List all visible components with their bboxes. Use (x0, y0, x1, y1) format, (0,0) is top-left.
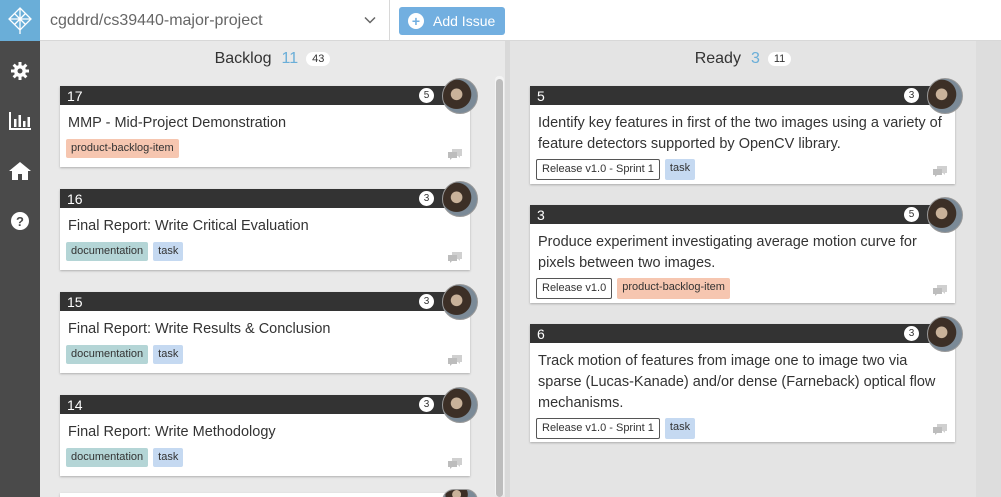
comments-icon[interactable] (448, 149, 462, 161)
comment-count-badge: 3 (419, 397, 434, 412)
repo-select[interactable]: cgddrd/cs39440-major-project (40, 0, 390, 41)
comment-count-badge: 5 (419, 88, 434, 103)
label-task[interactable]: task (153, 448, 184, 467)
avatar[interactable] (442, 284, 478, 320)
column-header: Backlog 11 43 (40, 41, 505, 76)
issue-number: 5 (537, 87, 545, 104)
card-header: 16 (60, 189, 470, 208)
label-product-backlog-item[interactable]: product-backlog-item (617, 278, 730, 299)
column-title: Backlog (214, 49, 272, 67)
avatar[interactable] (927, 78, 963, 114)
chevron-down-icon (364, 16, 376, 24)
comments-icon[interactable] (448, 355, 462, 367)
next-column-edge (976, 41, 1001, 497)
add-issue-label: Add Issue (433, 13, 496, 29)
label-task[interactable]: task (153, 345, 184, 364)
avatar[interactable] (442, 78, 478, 114)
label-documentation[interactable]: documentation (66, 242, 149, 261)
comments-icon[interactable] (933, 424, 947, 436)
avatar[interactable] (442, 489, 478, 497)
comment-count-badge: 3 (419, 191, 434, 206)
repo-select-value: cgddrd/cs39440-major-project (50, 11, 263, 29)
issue-card[interactable] (60, 489, 478, 497)
chart-icon[interactable] (8, 109, 32, 133)
issue-card[interactable]: 5 3 Identify key features in first of th… (530, 78, 963, 184)
label-list: product-backlog-item (60, 134, 470, 158)
label-task[interactable]: task (664, 159, 696, 180)
avatar[interactable] (927, 316, 963, 352)
label-product-backlog-item[interactable]: product-backlog-item (66, 139, 179, 158)
issue-number: 16 (67, 190, 83, 207)
comment-count-badge: 3 (419, 294, 434, 309)
card-header: 17 (60, 86, 470, 105)
column-header: Ready 3 11 (510, 41, 976, 76)
column-total-badge: 11 (767, 51, 792, 66)
issue-title[interactable]: Produce experiment investigating average… (530, 224, 955, 274)
issue-card[interactable]: 16 3 Final Report: Write Critical Evalua… (60, 181, 478, 270)
issue-title[interactable]: Final Report: Write Results & Conclusion (60, 311, 470, 340)
issue-card[interactable]: 15 3 Final Report: Write Results & Concl… (60, 284, 478, 373)
issue-title[interactable]: Identify key features in first of the tw… (530, 105, 955, 155)
comments-icon[interactable] (448, 252, 462, 264)
comment-count-badge: 3 (904, 326, 919, 341)
milestone-label[interactable]: Release v1.0 - Sprint 1 (536, 418, 660, 439)
issue-number: 3 (537, 206, 545, 223)
label-list: Release v1.0 product-backlog-item (530, 274, 955, 299)
card-header: 15 (60, 292, 470, 311)
label-task[interactable]: task (153, 242, 184, 261)
app-logo[interactable] (0, 0, 40, 41)
issue-number: 15 (67, 293, 83, 310)
label-list: documentation task (60, 340, 470, 364)
card-header: 5 (530, 86, 955, 105)
issue-card[interactable]: 3 5 Produce experiment investigating ave… (530, 197, 963, 303)
label-list: documentation task (60, 443, 470, 467)
plus-icon: + (408, 13, 424, 29)
gear-icon[interactable] (8, 59, 32, 83)
issue-card[interactable]: 17 5 MMP - Mid-Project Demonstration pro… (60, 78, 478, 167)
avatar[interactable] (927, 197, 963, 233)
issue-title[interactable]: MMP - Mid-Project Demonstration (60, 105, 470, 134)
issue-number: 17 (67, 87, 83, 104)
comments-icon[interactable] (933, 285, 947, 297)
column-count: 3 (750, 49, 760, 67)
comments-icon[interactable] (933, 166, 947, 178)
comments-icon[interactable] (448, 458, 462, 470)
add-issue-button[interactable]: + Add Issue (399, 7, 505, 35)
column-title: Ready (694, 49, 741, 67)
milestone-label[interactable]: Release v1.0 (536, 278, 613, 299)
label-list: Release v1.0 - Sprint 1 task (530, 414, 955, 439)
avatar[interactable] (442, 181, 478, 217)
sidebar: ? (0, 41, 40, 497)
label-documentation[interactable]: documentation (66, 448, 149, 467)
column-scrollbar[interactable] (495, 76, 504, 497)
avatar[interactable] (442, 387, 478, 423)
issue-card[interactable]: 14 3 Final Report: Write Methodology doc… (60, 387, 478, 476)
label-documentation[interactable]: documentation (66, 345, 149, 364)
top-bar: cgddrd/cs39440-major-project + Add Issue (0, 0, 1001, 41)
issue-number: 6 (537, 325, 545, 342)
comment-count-badge: 3 (904, 88, 919, 103)
scrollbar-thumb[interactable] (496, 79, 503, 497)
column-backlog: Backlog 11 43 17 5 MMP - Mid-Project Dem… (40, 41, 505, 497)
card-header: 6 (530, 324, 955, 343)
label-list: Release v1.0 - Sprint 1 task (530, 155, 955, 180)
card-header: 14 (60, 395, 470, 414)
card-header: 3 (530, 205, 955, 224)
column-count: 11 (281, 49, 299, 67)
home-icon[interactable] (8, 159, 32, 183)
issue-card[interactable]: 6 3 Track motion of features from image … (530, 316, 963, 442)
issue-number: 14 (67, 396, 83, 413)
issue-title[interactable]: Final Report: Write Critical Evaluation (60, 208, 470, 237)
milestone-label[interactable]: Release v1.0 - Sprint 1 (536, 159, 660, 180)
column-total-badge: 43 (306, 51, 331, 66)
label-task[interactable]: task (664, 418, 696, 439)
label-list: documentation task (60, 237, 470, 261)
comment-count-badge: 5 (904, 207, 919, 222)
column-ready: Ready 3 11 5 3 Identify key features in … (510, 41, 976, 497)
issue-title[interactable]: Track motion of features from image one … (530, 343, 955, 414)
svg-text:?: ? (16, 214, 24, 229)
issue-title[interactable]: Final Report: Write Methodology (60, 414, 470, 443)
help-icon[interactable]: ? (8, 209, 32, 233)
logo-icon (8, 6, 32, 34)
